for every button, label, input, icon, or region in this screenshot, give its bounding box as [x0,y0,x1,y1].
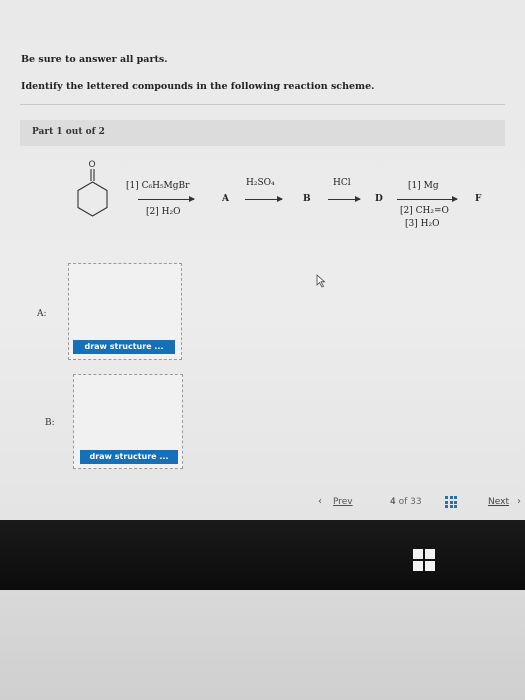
instruction-answer-all: Be sure to answer all parts. [21,54,168,65]
draw-structure-a-button[interactable]: draw structure ... [73,340,175,354]
next-chevron-icon[interactable]: › [517,496,521,507]
question-total: of 33 [398,497,422,507]
compound-f: F [475,194,482,204]
prev-chevron-icon[interactable]: ‹ [318,496,322,507]
monitor-bezel [0,520,525,590]
part-label: Part 1 out of 2 [32,127,105,137]
prev-button[interactable]: Prev [333,497,353,507]
step4-arrow [397,196,458,202]
instruction-identify: Identify the lettered compounds in the f… [21,81,375,92]
step4-reagent-bottom1: [2] CH₂=O [400,206,449,216]
answer-a-label: A: [37,309,47,319]
step1-arrow [138,196,195,202]
step1-reagent-top: [1] C₆H₅MgBr [126,181,190,191]
compound-b: B [303,194,311,204]
browser-screen: Be sure to answer all parts. Identify th… [0,0,525,520]
answer-b-label: B: [45,418,55,428]
step2-arrow [245,196,283,202]
divider [20,104,505,105]
step4-reagent-top: [1] Mg [408,181,439,191]
draw-structure-b-button[interactable]: draw structure ... [80,450,178,464]
svg-text:O: O [89,160,96,170]
step1-reagent-bottom: [2] H₂O [146,207,181,217]
question-counter: 4 of 33 [390,497,422,507]
step3-reagent-top: HCl [333,178,351,188]
part-header: Part 1 out of 2 [20,120,505,146]
current-question: 4 [390,497,396,507]
mouse-cursor-icon [316,274,326,288]
question-grid-icon[interactable] [445,496,457,508]
next-button[interactable]: Next [488,497,509,507]
desk-surface [0,590,525,700]
compound-d: D [375,194,383,204]
windows-logo-icon [413,549,435,571]
cyclohexanone-structure: O [77,160,108,217]
step3-arrow [328,196,361,202]
compound-a: A [222,194,229,204]
step2-reagent-top: H₂SO₄ [246,178,275,188]
step4-reagent-bottom2: [3] H₂O [405,219,440,229]
